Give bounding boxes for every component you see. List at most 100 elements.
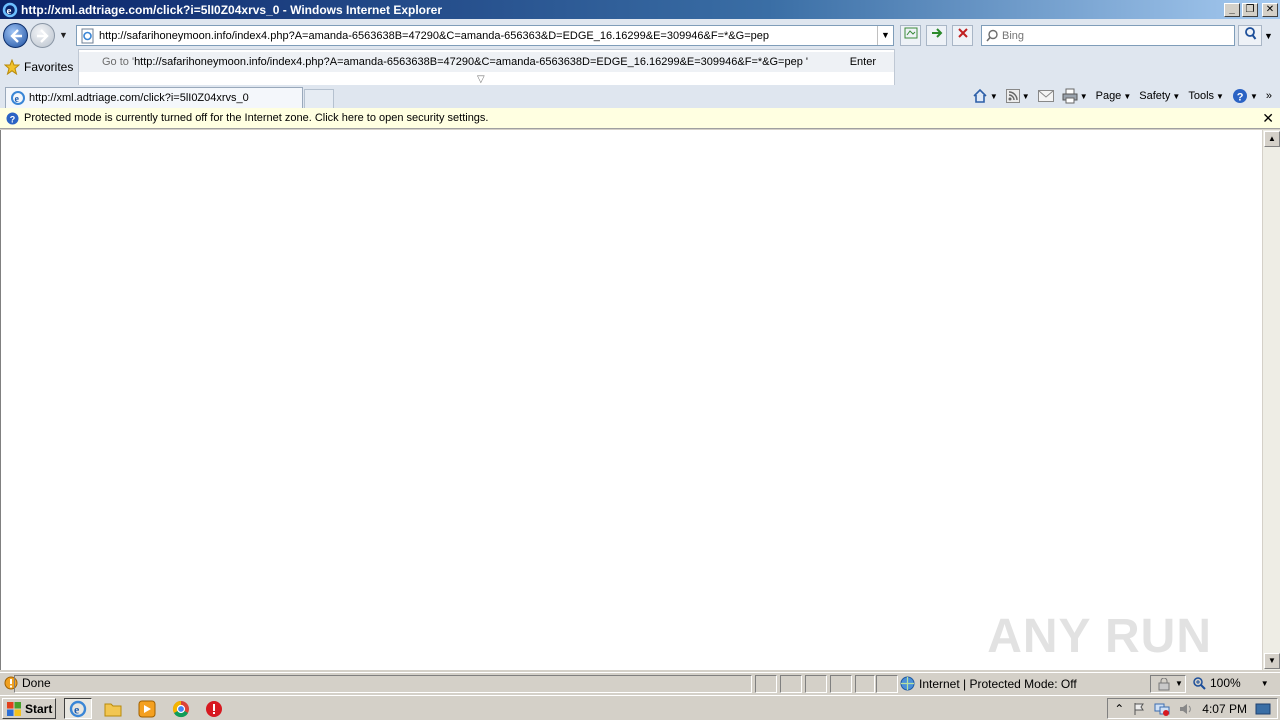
autocomplete-enter-label: Enter — [849, 56, 876, 68]
mail-icon — [1037, 90, 1054, 102]
tools-menu-label: Tools — [1188, 90, 1215, 102]
scroll-down-button[interactable]: ▼ — [1264, 653, 1280, 669]
scroll-up-button[interactable]: ▲ — [1264, 131, 1280, 147]
tab-label: http://xml.adtriage.com/click?i=5lI0Z04x… — [29, 92, 249, 104]
status-panel — [876, 675, 898, 693]
home-icon — [973, 88, 987, 103]
address-autocomplete-dropdown: Go to ' http://safarihoneymoon.info/inde… — [78, 49, 895, 87]
feeds-dropdown-icon[interactable]: ▼ — [1022, 92, 1030, 101]
minimize-button[interactable]: _ — [1224, 2, 1240, 17]
clock[interactable]: 4:07 PM — [1202, 702, 1247, 716]
page-menu[interactable]: Page ▼ — [1096, 90, 1132, 102]
print-dropdown-icon[interactable]: ▼ — [1080, 92, 1088, 101]
safety-menu-label: Safety — [1139, 90, 1171, 102]
network-icon[interactable] — [1154, 702, 1170, 716]
go-arrow-icon — [931, 28, 942, 38]
status-panel — [780, 675, 802, 693]
command-bar: ▼ ▼ ▼ Page ▼ Safety ▼ Tools ▼ ? ▼ » — [972, 87, 1272, 105]
tab-bar: e http://xml.adtriage.com/click?i=5lI0Z0… — [0, 85, 1280, 108]
rss-icon — [1005, 89, 1020, 103]
help-button[interactable]: ? ▼ — [1232, 88, 1258, 104]
compatibility-icon — [904, 27, 917, 39]
page-icon — [81, 28, 94, 44]
action-center-flag-icon[interactable] — [1132, 702, 1146, 716]
favorites-button[interactable]: Favorites — [4, 59, 73, 75]
information-bar-close-button[interactable]: ✕ — [1262, 110, 1274, 127]
forward-button[interactable] — [30, 23, 55, 48]
page-content[interactable]: ANY RUN — [0, 130, 1262, 670]
svg-text:e: e — [15, 94, 20, 105]
address-input[interactable] — [99, 27, 879, 44]
help-dropdown-icon[interactable]: ▼ — [1250, 92, 1258, 101]
tools-menu[interactable]: Tools ▼ — [1188, 90, 1224, 102]
anyrun-watermark: ANY RUN — [987, 610, 1212, 663]
ie-icon: e — [69, 700, 87, 717]
go-button[interactable] — [926, 25, 947, 46]
status-bar: Done Internet | Protected Mode: Off ▼ 10… — [0, 672, 1280, 694]
search-options-dropdown-icon[interactable]: ▼ — [1264, 31, 1273, 41]
print-button[interactable]: ▼ — [1062, 88, 1088, 104]
home-button[interactable]: ▼ — [972, 88, 998, 104]
window-titlebar[interactable]: e http://xml.adtriage.com/click?i=5lI0Z0… — [0, 0, 1280, 19]
status-panel — [855, 675, 875, 693]
information-bar[interactable]: ? Protected mode is currently turned off… — [0, 108, 1280, 129]
protected-mode-panel[interactable]: ▼ — [1150, 675, 1186, 693]
address-bar[interactable]: ▼ — [76, 25, 894, 46]
search-input[interactable] — [1002, 27, 1232, 44]
feeds-button[interactable]: ▼ — [1005, 89, 1030, 103]
taskbar-chrome-button[interactable] — [167, 698, 195, 719]
star-icon — [4, 59, 20, 75]
mail-button[interactable] — [1037, 90, 1054, 102]
close-button[interactable]: ✕ — [1262, 2, 1278, 17]
zoom-control[interactable]: 100% ▼ — [1192, 676, 1269, 690]
search-box[interactable] — [981, 25, 1235, 46]
autocomplete-goto-row[interactable]: Go to ' http://safarihoneymoon.info/inde… — [79, 52, 894, 72]
page-menu-label: Page — [1095, 90, 1122, 102]
ie-icon: e — [2, 2, 18, 17]
taskbar-antivirus-button[interactable] — [200, 698, 228, 719]
taskbar-ie-button[interactable]: e — [64, 698, 92, 719]
restore-button[interactable]: ❐ — [1242, 2, 1258, 17]
zoom-icon — [1193, 677, 1206, 690]
information-bar-message: Protected mode is currently turned off f… — [24, 112, 489, 124]
back-arrow-icon — [10, 29, 22, 43]
taskbar-explorer-button[interactable] — [99, 698, 127, 719]
address-dropdown-icon[interactable]: ▼ — [877, 26, 893, 45]
tab-active[interactable]: e http://xml.adtriage.com/click?i=5lI0Z0… — [5, 87, 303, 108]
stop-sign-icon — [206, 700, 222, 717]
status-panel — [830, 675, 852, 693]
volume-icon[interactable] — [1178, 702, 1194, 716]
autocomplete-expand-icon[interactable]: ▽ — [477, 74, 485, 85]
printer-icon — [1062, 88, 1078, 104]
status-panel — [755, 675, 777, 693]
status-panel-main — [14, 675, 752, 693]
svg-text:e: e — [74, 702, 80, 716]
favorites-label: Favorites — [24, 60, 74, 74]
show-hidden-icons-icon[interactable]: ⌃ — [1114, 702, 1124, 716]
more-commands-button[interactable]: » — [1266, 90, 1272, 102]
ie-tab-icon: e — [11, 91, 25, 105]
svg-text:?: ? — [1237, 92, 1244, 104]
media-player-icon — [138, 700, 156, 717]
magnifier-icon — [1245, 27, 1257, 40]
forward-arrow-icon — [37, 29, 49, 43]
lock-dropdown-icon[interactable]: ▼ — [1175, 679, 1183, 688]
zoom-dropdown-icon[interactable]: ▼ — [1261, 679, 1269, 688]
new-tab-button[interactable] — [304, 89, 334, 108]
search-icon — [986, 29, 998, 42]
globe-icon — [900, 676, 915, 691]
safety-menu[interactable]: Safety ▼ — [1139, 90, 1180, 102]
back-button[interactable] — [3, 23, 28, 48]
taskbar-media-player-button[interactable] — [133, 698, 161, 719]
start-button[interactable]: Start — [2, 698, 56, 719]
recent-pages-dropdown-icon[interactable]: ▼ — [59, 30, 68, 40]
compatibility-view-button[interactable] — [900, 25, 921, 46]
home-dropdown-icon[interactable]: ▼ — [990, 92, 998, 101]
search-button[interactable] — [1238, 25, 1262, 46]
lock-icon — [1158, 678, 1170, 691]
stop-button[interactable] — [952, 25, 973, 46]
folder-icon — [104, 703, 122, 716]
show-desktop-icon[interactable] — [1255, 702, 1271, 716]
security-zone[interactable]: Internet | Protected Mode: Off — [900, 676, 1077, 691]
vertical-scrollbar[interactable]: ▲ ▼ — [1262, 130, 1280, 670]
